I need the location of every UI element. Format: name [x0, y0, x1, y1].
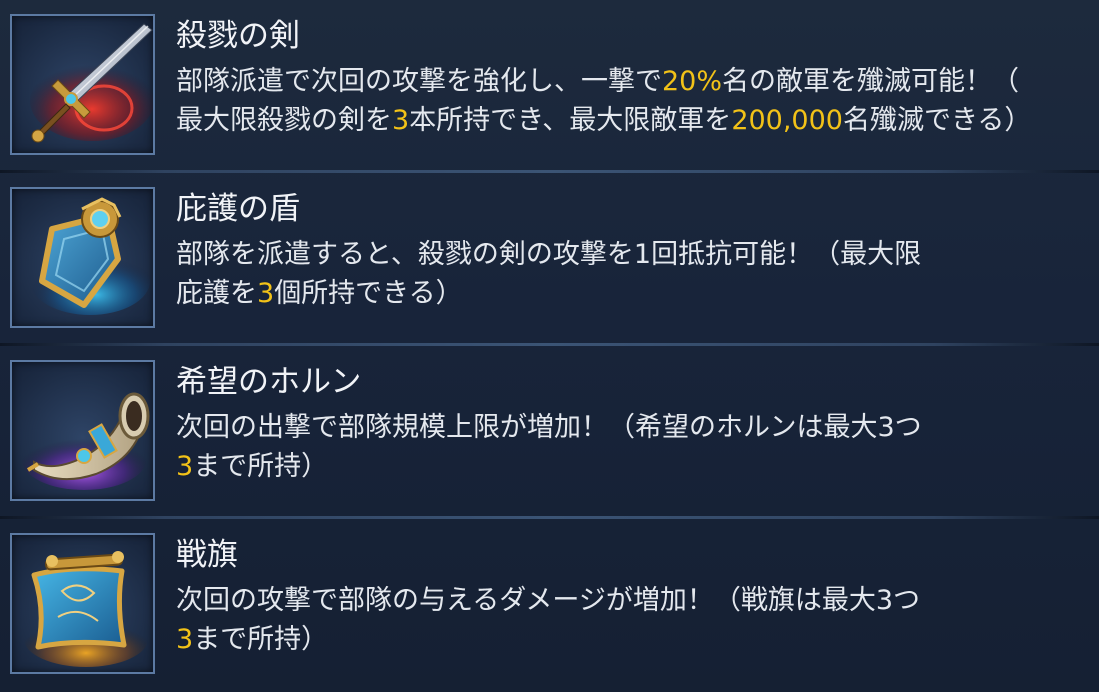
sword-icon — [30, 23, 153, 143]
list-item-war-flag[interactable]: 戦旗 次回の攻撃で部隊の与えるダメージが増加！（戦旗は最大3つ 3まで所持） — [0, 519, 1099, 692]
description-line-1: 部隊派遣で次回の攻撃を強化し、一撃で20%名の敵軍を殲滅可能！（ — [176, 66, 1020, 97]
description-line-2: 3まで所持） — [176, 451, 329, 482]
shield-icon — [30, 197, 150, 315]
item-list-panel: 殺戮の剣 部隊派遣で次回の攻撃を強化し、一撃で20%名の敵軍を殲滅可能！（ 最大… — [0, 0, 1099, 692]
highlight-value: 3 — [176, 451, 194, 482]
highlight-value: 20% — [662, 66, 723, 97]
list-item-shield[interactable]: 庇護の盾 部隊を派遣すると、殺戮の剣の攻撃を1回抵抗可能！（最大限 庇護を3個所… — [0, 173, 1099, 343]
item-title: 庇護の盾 — [176, 191, 300, 227]
list-item-sword[interactable]: 殺戮の剣 部隊派遣で次回の攻撃を強化し、一撃で20%名の敵軍を殲滅可能！（ 最大… — [0, 0, 1099, 170]
war-flag-icon — [24, 551, 148, 667]
war-flag-icon-frame — [10, 533, 155, 674]
horn-icon-frame — [10, 360, 155, 501]
description-line-2: 3まで所持） — [176, 624, 329, 655]
description-line-2: 最大限殺戮の剣を3本所持でき、最大限敵軍を200,000名殲滅できる） — [176, 105, 1032, 136]
highlight-value: 200,000 — [731, 105, 843, 136]
highlight-value: 3 — [257, 278, 275, 309]
shield-icon-frame — [10, 187, 155, 328]
item-title: 殺戮の剣 — [176, 18, 300, 54]
list-item-horn[interactable]: 希望のホルン 次回の出撃で部隊規模上限が増加！（希望のホルンは最大3つ 3まで所… — [0, 346, 1099, 516]
description-line-1: 次回の出撃で部隊規模上限が増加！（希望のホルンは最大3つ — [176, 412, 922, 443]
item-title: 戦旗 — [176, 537, 238, 573]
description-line-1: 次回の攻撃で部隊の与えるダメージが増加！（戦旗は最大3つ — [176, 585, 921, 616]
item-description: 部隊を派遣すると、殺戮の剣の攻撃を1回抵抗可能！（最大限 庇護を3個所持できる） — [176, 235, 1091, 313]
item-description: 部隊派遣で次回の攻撃を強化し、一撃で20%名の敵軍を殲滅可能！（ 最大限殺戮の剣… — [176, 62, 1091, 140]
description-line-2: 庇護を3個所持できる） — [176, 278, 463, 309]
highlight-value: 3 — [176, 624, 194, 655]
item-description: 次回の出撃で部隊規模上限が増加！（希望のホルンは最大3つ 3まで所持） — [176, 408, 1091, 486]
item-description: 次回の攻撃で部隊の与えるダメージが増加！（戦旗は最大3つ 3まで所持） — [176, 581, 1091, 659]
item-title: 希望のホルン — [176, 364, 362, 400]
highlight-value: 3 — [392, 105, 410, 136]
description-line-1: 部隊を派遣すると、殺戮の剣の攻撃を1回抵抗可能！（最大限 — [176, 239, 922, 270]
horn-icon — [22, 392, 150, 490]
sword-icon-frame — [10, 14, 155, 155]
